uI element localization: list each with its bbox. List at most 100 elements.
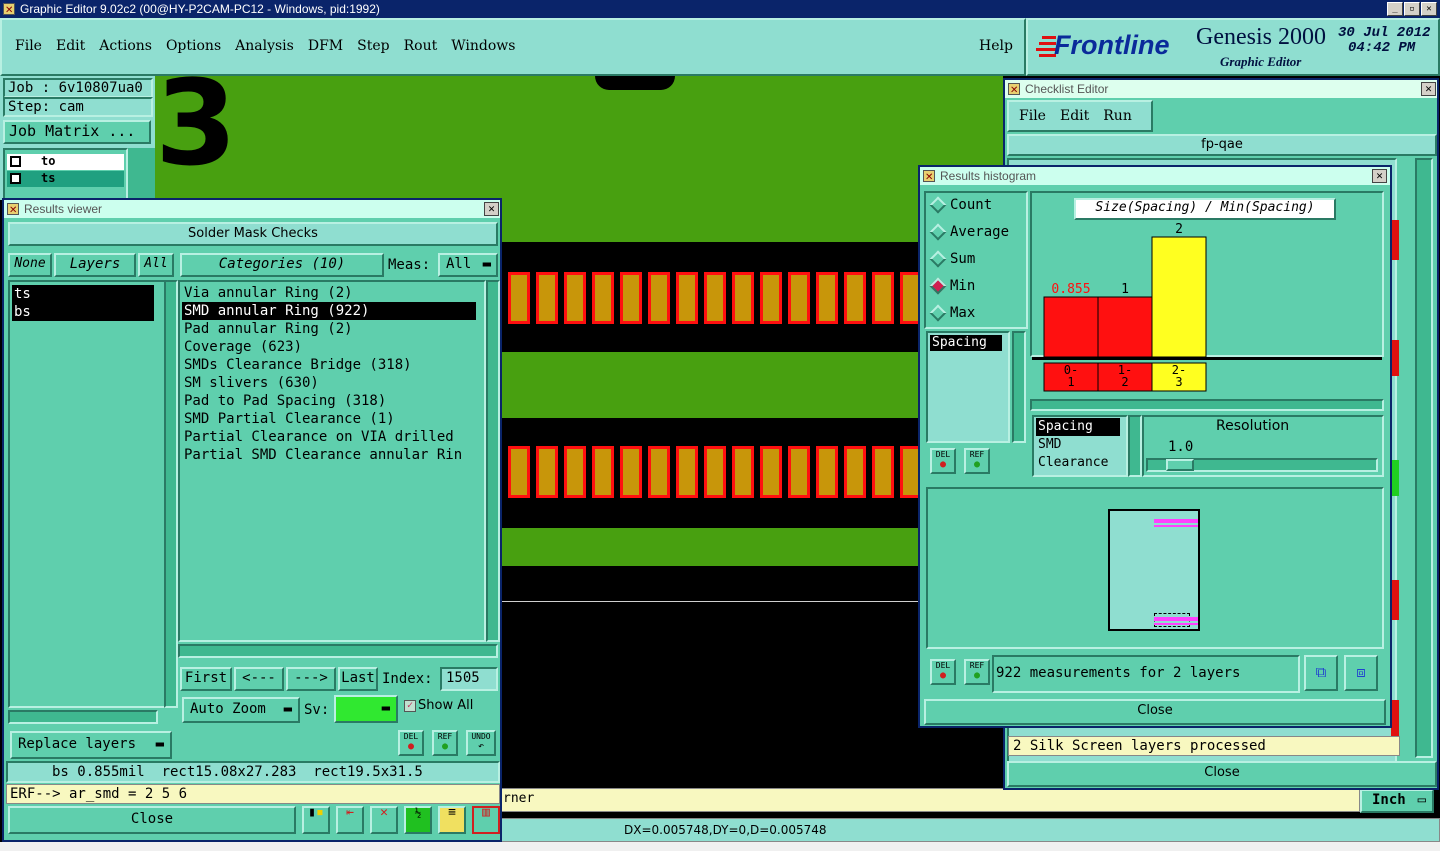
mode-radio-average[interactable]: Average — [926, 222, 1026, 244]
maximize-button[interactable]: ▫ — [1404, 2, 1420, 16]
bar-value-label: 2 — [1175, 222, 1183, 237]
zoom-to-measure-icon[interactable]: ⧉ — [1304, 655, 1338, 691]
preview-ref-button[interactable]: REF ● — [964, 659, 990, 685]
layer-checkbox[interactable] — [10, 156, 21, 167]
help-menu[interactable]: Help — [979, 38, 1027, 54]
list-icon[interactable]: ½ — [404, 806, 432, 834]
show-all-checkbox[interactable]: ✓ — [404, 700, 416, 712]
results-viewer-close-button[interactable]: Close — [8, 806, 296, 834]
category-item[interactable]: Via annular Ring (2) — [182, 284, 476, 302]
checklist-close-button[interactable]: Close — [1007, 761, 1437, 787]
category-item[interactable]: Pad annular Ring (2) — [182, 320, 476, 338]
menu-dfm[interactable]: DFM — [308, 38, 343, 54]
radio-indicator[interactable] — [929, 277, 947, 295]
prev-button[interactable]: <--- — [234, 667, 284, 691]
checklist-close-icon[interactable]: ✕ — [1421, 82, 1436, 96]
categories-hscrollbar[interactable] — [178, 644, 498, 658]
menu-options[interactable]: Options — [166, 38, 221, 54]
unit-selector[interactable]: Inch ▭ — [1360, 789, 1434, 813]
hist-ref-button[interactable]: REF ● — [964, 448, 990, 474]
mode-radio-sum[interactable]: Sum — [926, 249, 1026, 271]
checklist-menu-edit[interactable]: Edit — [1060, 108, 1089, 124]
last-button[interactable]: Last — [338, 667, 378, 691]
layer-row-ts[interactable]: ts — [7, 171, 124, 187]
menu-analysis[interactable]: Analysis — [235, 38, 294, 54]
mode-radio-max[interactable]: Max — [926, 303, 1026, 325]
del-button[interactable]: DEL ● — [398, 730, 424, 756]
results-layer-item[interactable]: ts — [12, 285, 154, 303]
results-viewer-close-icon[interactable]: ✕ — [484, 202, 499, 216]
chart-hscrollbar[interactable] — [1030, 399, 1384, 411]
attribute-item[interactable]: Spacing — [1036, 418, 1120, 436]
checklist-menu-run[interactable]: Run — [1103, 108, 1132, 124]
menu-edit[interactable]: Edit — [56, 38, 85, 54]
minimize-button[interactable]: _ — [1387, 2, 1403, 16]
categories-scrollbar[interactable] — [486, 280, 500, 642]
mode-radio-count[interactable]: Count — [926, 195, 1026, 217]
category-item[interactable]: SM slivers (630) — [182, 374, 476, 392]
menu-step[interactable]: Step — [357, 38, 389, 54]
layer-row-to[interactable]: to — [7, 154, 124, 170]
results-layer-item[interactable]: bs — [12, 303, 154, 321]
histogram-bar[interactable] — [1151, 236, 1207, 358]
layers-button[interactable]: Layers — [54, 253, 136, 277]
menu-rout[interactable]: Rout — [404, 38, 438, 54]
list1-scrollbar[interactable] — [1012, 331, 1026, 443]
exit-icon[interactable]: ⇤ — [336, 806, 364, 834]
sv-color-dropdown[interactable]: ▬ — [334, 695, 398, 723]
job-matrix-button[interactable]: Job Matrix ... — [3, 120, 151, 144]
smd-pad — [648, 272, 670, 324]
menu-windows[interactable]: Windows — [451, 38, 515, 54]
menu-actions[interactable]: Actions — [99, 38, 152, 54]
index-input[interactable]: 1505 — [440, 667, 498, 691]
histogram-bar[interactable] — [1097, 296, 1153, 358]
menu-file[interactable]: File — [15, 38, 42, 54]
histogram-close-icon[interactable]: ✕ — [1372, 169, 1387, 183]
resolution-slider-thumb[interactable] — [1166, 459, 1194, 471]
attribute-item[interactable]: SMD — [1036, 436, 1120, 454]
histogram-icon[interactable]: ▥ — [472, 806, 500, 834]
histogram-bar[interactable] — [1043, 296, 1099, 358]
attribute-item[interactable]: Clearance — [1036, 454, 1120, 472]
zoom-home-icon[interactable]: ⧈ — [1344, 655, 1378, 691]
first-button[interactable]: First — [180, 667, 232, 691]
none-button[interactable]: None — [8, 253, 52, 277]
layer-list-scrollbar[interactable] — [164, 280, 178, 708]
auto-zoom-dropdown[interactable]: Auto Zoom ▬ — [182, 697, 300, 723]
preview-del-button[interactable]: DEL ● — [930, 659, 956, 685]
preview-board — [1108, 509, 1200, 631]
list2-scrollbar[interactable] — [1128, 415, 1142, 477]
radio-indicator[interactable] — [929, 304, 947, 322]
category-item[interactable]: Partial SMD Clearance annular Rin — [182, 446, 476, 464]
mode-label: Count — [950, 197, 993, 213]
mode-radio-min[interactable]: Min — [926, 276, 1026, 298]
layer-list-hscrollbar[interactable] — [8, 710, 158, 724]
ref-button[interactable]: REF ● — [432, 730, 458, 756]
category-item[interactable]: SMD annular Ring (922) — [182, 302, 476, 320]
category-item[interactable]: SMDs Clearance Bridge (318) — [182, 356, 476, 374]
layer-checkbox[interactable] — [10, 173, 21, 184]
categories-button[interactable]: Categories (10) — [180, 253, 384, 277]
next-button[interactable]: ---> — [286, 667, 336, 691]
delete-ref-icon[interactable]: ✕ — [370, 806, 398, 834]
undo-button[interactable]: UNDO ↶ — [466, 730, 496, 756]
radio-indicator[interactable] — [929, 250, 947, 268]
display-icon[interactable]: ▮▪ — [302, 806, 330, 834]
measurement-type-item[interactable]: Spacing — [930, 335, 1002, 351]
category-item[interactable]: Coverage (623) — [182, 338, 476, 356]
all-layers-button[interactable]: All — [138, 253, 174, 277]
close-window-button[interactable]: ✕ — [1421, 2, 1437, 16]
histogram-close-button[interactable]: Close — [924, 699, 1386, 725]
meas-dropdown[interactable]: All ▬ — [438, 253, 498, 277]
report-icon[interactable]: ≡ — [438, 806, 466, 834]
radio-indicator[interactable] — [929, 223, 947, 241]
category-item[interactable]: SMD Partial Clearance (1) — [182, 410, 476, 428]
category-item[interactable]: Partial Clearance on VIA drilled — [182, 428, 476, 446]
hist-del-button[interactable]: DEL ● — [930, 448, 956, 474]
radio-indicator[interactable] — [929, 196, 947, 214]
resolution-value: 1.0 — [1168, 439, 1194, 455]
replace-layers-dropdown[interactable]: Replace layers ▬ — [10, 731, 172, 759]
checklist-scrollbar[interactable] — [1415, 158, 1433, 758]
category-item[interactable]: Pad to Pad Spacing (318) — [182, 392, 476, 410]
checklist-menu-file[interactable]: File — [1019, 108, 1046, 124]
